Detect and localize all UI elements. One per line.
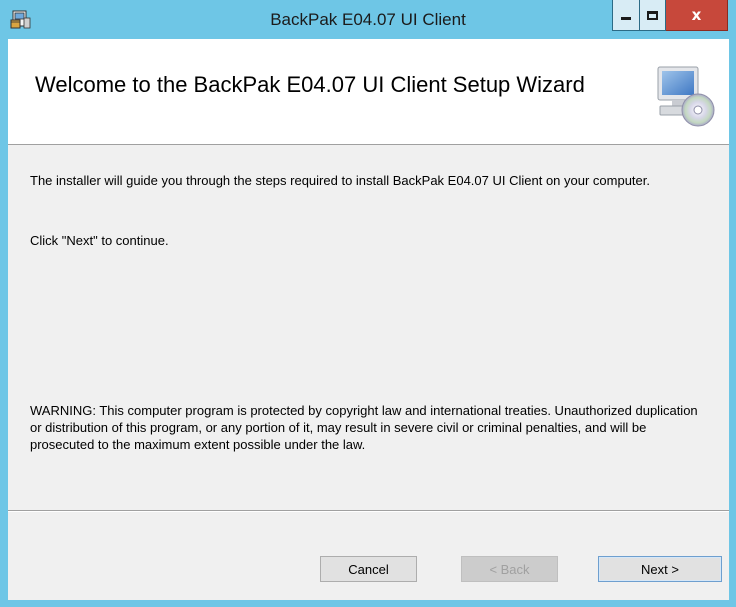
close-icon: x	[691, 6, 702, 24]
cancel-button[interactable]: Cancel	[320, 556, 417, 582]
maximize-button[interactable]	[640, 0, 666, 31]
close-button[interactable]: x	[666, 0, 728, 31]
maximize-icon	[647, 10, 658, 20]
next-button[interactable]: Next >	[598, 556, 722, 582]
minimize-button[interactable]	[612, 0, 640, 31]
dialog-body: Welcome to the BackPak E04.07 UI Client …	[8, 39, 729, 600]
divider	[8, 510, 729, 512]
header-banner: Welcome to the BackPak E04.07 UI Client …	[8, 39, 729, 145]
intro-text: The installer will guide you through the…	[30, 173, 651, 188]
instruction-text: Click "Next" to continue.	[30, 233, 169, 248]
minimize-icon	[621, 17, 631, 20]
title-bar[interactable]: BackPak E04.07 UI Client x	[0, 0, 736, 39]
installer-window: BackPak E04.07 UI Client x Welcome to th…	[0, 0, 736, 607]
copyright-warning: WARNING: This computer program is protec…	[30, 403, 698, 452]
computer-cd-icon	[654, 65, 718, 127]
back-button[interactable]: < Back	[461, 556, 558, 582]
page-title: Welcome to the BackPak E04.07 UI Client …	[35, 72, 585, 97]
